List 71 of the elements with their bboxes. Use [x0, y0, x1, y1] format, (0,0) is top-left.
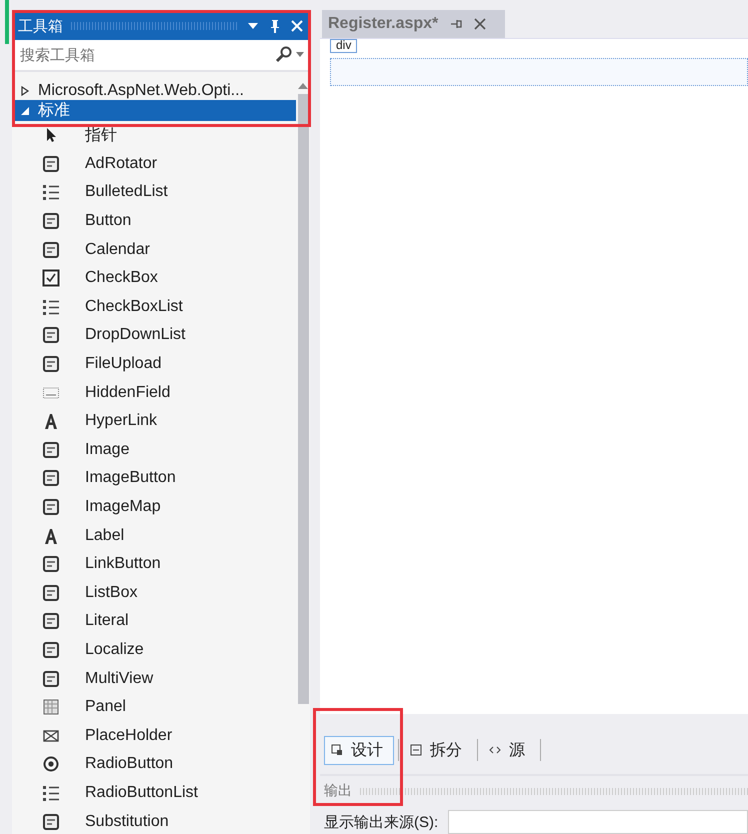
- toolbox-item[interactable]: HiddenField: [12, 378, 296, 407]
- toolbox-item[interactable]: FileUpload: [12, 350, 296, 378]
- toolbox-item[interactable]: RadioButtonList: [12, 778, 296, 808]
- toolbox-item[interactable]: ImageButton: [12, 464, 296, 493]
- collapsed-icon: [20, 86, 30, 96]
- toolbox-item[interactable]: Localize: [12, 636, 296, 664]
- active-marker: [5, 0, 9, 44]
- toolbox-item[interactable]: BulletedList: [12, 178, 296, 207]
- panel-title: 工具箱: [18, 16, 63, 36]
- control-icon: [42, 612, 60, 630]
- control-icon: [42, 526, 60, 545]
- control-icon: [42, 469, 60, 488]
- search-box[interactable]: 搜索工具箱: [12, 40, 310, 72]
- control-icon: [42, 584, 60, 602]
- control-icon: [42, 698, 60, 716]
- control-icon: [42, 784, 60, 802]
- element-tag[interactable]: div: [330, 38, 358, 53]
- div-element[interactable]: [330, 58, 748, 86]
- output-source-label: 显示输出来源(S):: [324, 812, 438, 832]
- toolbox-item[interactable]: Button: [12, 206, 296, 236]
- close-icon[interactable]: [474, 18, 486, 30]
- control-icon: [42, 212, 60, 230]
- control-icon: [42, 640, 60, 659]
- control-icon: [42, 498, 60, 516]
- search-field[interactable]: 搜索工具箱: [18, 46, 272, 64]
- control-icon: [42, 298, 60, 316]
- design-icon: [331, 744, 343, 756]
- toolbox-item[interactable]: HyperLink: [12, 406, 296, 436]
- toolbox-item[interactable]: Calendar: [12, 235, 296, 264]
- search-icon[interactable]: [275, 46, 293, 64]
- control-icon: [42, 670, 60, 688]
- expanded-icon: [20, 106, 30, 116]
- split-icon: [410, 744, 422, 756]
- control-icon: [42, 240, 60, 259]
- toolbox-item[interactable]: DropDownList: [12, 321, 296, 350]
- toolbox-item[interactable]: MultiView: [12, 664, 296, 693]
- pin-icon[interactable]: [450, 18, 462, 30]
- view-tab[interactable]: 拆分: [403, 736, 473, 765]
- control-icon: [42, 154, 60, 173]
- toolbox-item[interactable]: RadioButton: [12, 750, 296, 779]
- control-icon: [42, 440, 60, 459]
- panel-title: 输出: [324, 782, 352, 800]
- toolbox-item[interactable]: PlaceHolder: [12, 721, 296, 750]
- view-tab[interactable]: 源: [482, 736, 536, 765]
- toolbox-item[interactable]: Literal: [12, 607, 296, 636]
- toolbox-group[interactable]: 标准: [12, 100, 296, 121]
- toolbox-item[interactable]: CheckBoxList: [12, 292, 296, 322]
- control-icon: [42, 555, 60, 574]
- toolbox-item[interactable]: CheckBox: [12, 264, 296, 293]
- toolbox-item[interactable]: Label: [12, 521, 296, 550]
- toolbox-item[interactable]: ListBox: [12, 578, 296, 608]
- toolbox-item[interactable]: Panel: [12, 692, 296, 722]
- toolbox-item[interactable]: 指针: [12, 121, 296, 150]
- control-icon: [42, 412, 60, 430]
- control-icon: [42, 326, 60, 344]
- control-icon: [42, 755, 60, 774]
- scroll-up-icon[interactable]: [298, 82, 308, 90]
- caret-icon[interactable]: [296, 52, 304, 58]
- control-icon: [42, 812, 60, 831]
- toolbox-item[interactable]: Substitution: [12, 807, 296, 834]
- toolbox-item[interactable]: AdRotator: [12, 150, 296, 178]
- pin-icon[interactable]: [268, 19, 282, 33]
- toolbox-item[interactable]: ImageMap: [12, 492, 296, 522]
- control-icon: [42, 355, 60, 374]
- toolbox-item[interactable]: LinkButton: [12, 550, 296, 578]
- view-tab[interactable]: 设计: [324, 736, 394, 765]
- control-icon: [42, 183, 60, 202]
- toolbox-item[interactable]: Image: [12, 436, 296, 464]
- scroll-thumb[interactable]: [298, 94, 308, 704]
- control-icon: [42, 269, 60, 288]
- toolbox-group[interactable]: Microsoft.AspNet.Web.Opti...: [12, 82, 296, 100]
